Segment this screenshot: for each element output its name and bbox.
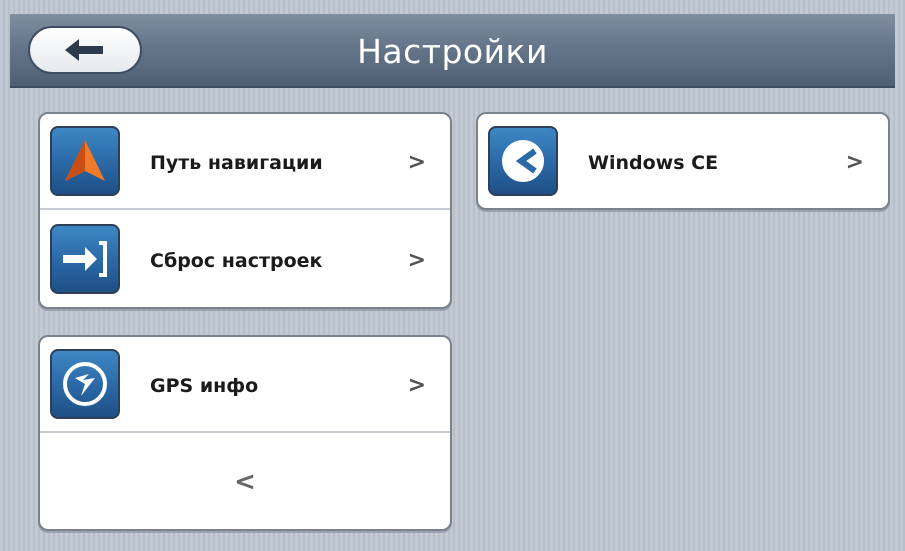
- chevron-left-icon: <: [234, 467, 256, 497]
- navigation-arrow-icon: [50, 126, 120, 196]
- gps-satellite-icon: [50, 349, 120, 419]
- menu-item-windows-ce[interactable]: Windows CE >: [478, 114, 888, 208]
- menu-item-navigation-path[interactable]: Путь навигации >: [40, 114, 450, 210]
- menu-item-label: Путь навигации: [150, 152, 323, 174]
- chevron-right-icon: >: [407, 248, 426, 273]
- menu-group-navigation: Путь навигации > Сброс настроек >: [38, 112, 452, 309]
- menu-item-gps-info[interactable]: GPS инфо >: [40, 337, 450, 433]
- windows-ce-icon: [488, 126, 558, 196]
- chevron-right-icon: >: [407, 150, 426, 175]
- menu-group-gps: GPS инфо > <: [38, 335, 452, 531]
- chevron-right-icon: >: [845, 150, 864, 175]
- menu-item-reset-settings[interactable]: Сброс настроек >: [40, 212, 450, 307]
- menu-item-label: GPS инфо: [150, 375, 259, 397]
- back-arrow-icon: [65, 39, 103, 61]
- reset-icon: [50, 224, 120, 294]
- menu-group-system: Windows CE >: [476, 112, 890, 210]
- back-button[interactable]: [28, 26, 142, 74]
- previous-page-button[interactable]: <: [40, 435, 450, 529]
- settings-screen: Настройки Путь навигации > Сброс настрое…: [0, 0, 905, 551]
- menu-item-label: Windows CE: [588, 152, 719, 174]
- title-bar: Настройки: [10, 14, 895, 88]
- menu-item-label: Сброс настроек: [150, 250, 323, 272]
- page-title: Настройки: [357, 32, 548, 71]
- chevron-right-icon: >: [407, 373, 426, 398]
